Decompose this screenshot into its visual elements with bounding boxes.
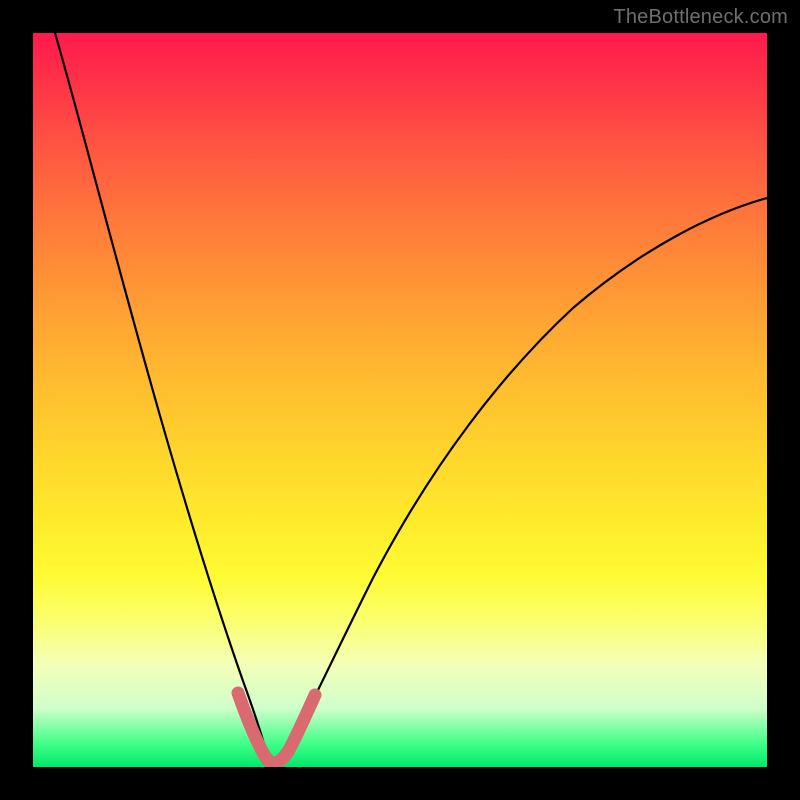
chart-svg bbox=[33, 33, 767, 767]
highlight-segment bbox=[238, 693, 315, 763]
bottleneck-curve bbox=[55, 33, 767, 763]
watermark-text: TheBottleneck.com bbox=[613, 6, 788, 29]
plot-area bbox=[33, 33, 767, 767]
chart-frame: TheBottleneck.com bbox=[0, 0, 800, 800]
